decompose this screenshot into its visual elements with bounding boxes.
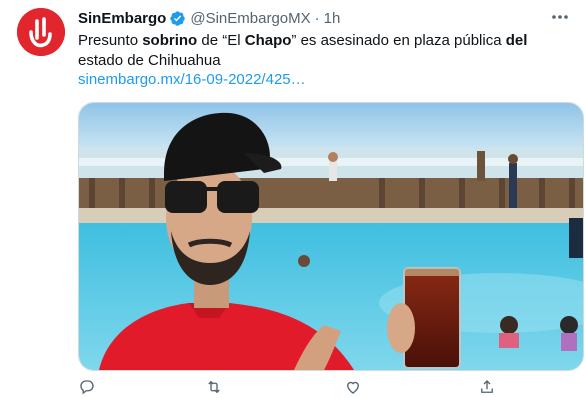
reply-icon (80, 380, 94, 395)
share-icon (481, 380, 493, 393)
verified-badge-icon (170, 10, 186, 26)
text-segment: ” es asesinado en plaza pública (291, 32, 506, 49)
separator-dot: · (314, 9, 320, 27)
like-icon (347, 381, 359, 394)
text-segment: de “El (197, 32, 245, 49)
avatar[interactable] (17, 8, 65, 56)
more-dots-icon (552, 15, 568, 19)
like-button[interactable] (344, 378, 362, 396)
text-bold-segment: Chapo (244, 32, 292, 49)
retweet-button[interactable] (205, 378, 223, 396)
sinembargo-logo (17, 8, 65, 56)
text-bold-segment: del (505, 32, 528, 49)
tweet-text: Presunto sobrino de “El Chapo” es asesin… (78, 31, 573, 71)
share-button[interactable] (478, 378, 496, 396)
author-name[interactable]: SinEmbargo (78, 10, 166, 27)
action-bar (78, 378, 573, 398)
text-segment: estado de Chihuahua (78, 52, 221, 69)
retweet-icon (208, 380, 220, 394)
article-link[interactable]: sinembargo.mx/16-09-2022/425… (78, 70, 306, 90)
more-options-button[interactable] (548, 6, 572, 28)
tweet-card[interactable]: SinEmbargo @SinEmbargoMX · 1h Presunto s… (0, 0, 585, 395)
text-bold-segment: sobrino (142, 32, 198, 49)
reply-button[interactable] (78, 378, 96, 396)
tweet-image[interactable] (78, 102, 584, 371)
tweet-header: SinEmbargo @SinEmbargoMX · 1h (78, 8, 340, 28)
text-segment: Presunto (78, 32, 143, 49)
author-handle[interactable]: @SinEmbargoMX (190, 10, 310, 27)
timestamp[interactable]: 1h (324, 10, 341, 27)
photo-man-at-pool (79, 103, 583, 370)
